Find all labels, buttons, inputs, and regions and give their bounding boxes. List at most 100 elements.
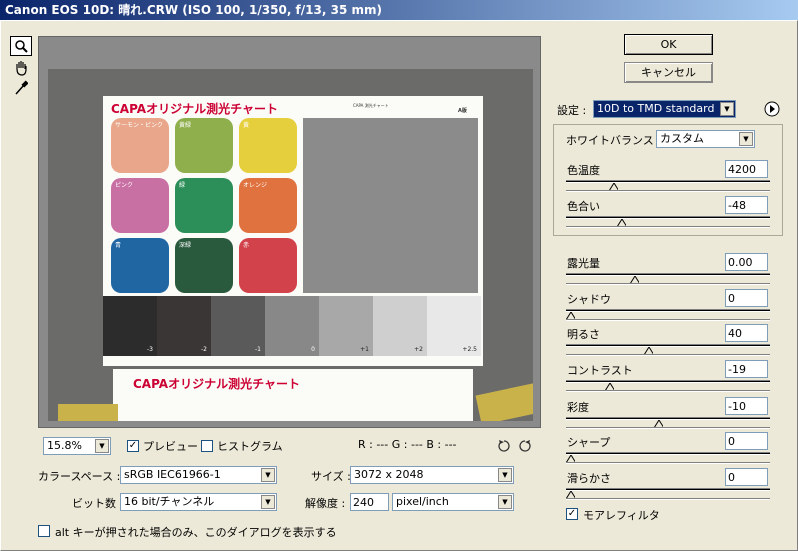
slider-thumb-icon[interactable] — [566, 312, 575, 319]
chart-title-bottom: CAPAオリジナル測光チャート — [133, 377, 300, 391]
brightness-input[interactable] — [725, 324, 768, 342]
white-balance-label: ホワイトバランス : — [566, 134, 661, 147]
preview-label: プレビュー — [143, 440, 198, 453]
color-temp-slider[interactable] — [566, 180, 770, 194]
zoom-value: 15.8% — [47, 439, 82, 452]
brightness-label: 明るさ — [567, 328, 600, 341]
color-patch: 黄 — [239, 118, 297, 173]
slider-thumb-icon[interactable] — [653, 420, 663, 427]
size-label: サイズ : — [311, 470, 351, 483]
gray-step-label: +1 — [360, 346, 369, 353]
color-temp-input[interactable] — [725, 160, 768, 178]
chart-bottom-strip: CAPAオリジナル測光チャート — [113, 369, 473, 421]
shadow-input[interactable] — [725, 289, 768, 307]
slider-thumb-icon[interactable] — [616, 219, 626, 226]
settings-select[interactable]: 10D to TMD standard ▼ — [593, 100, 736, 118]
tint-slider[interactable] — [566, 216, 770, 230]
slider-thumb-icon[interactable] — [644, 347, 653, 354]
gray-step: 0 — [265, 296, 319, 356]
slider-thumb-icon[interactable] — [566, 455, 575, 462]
exposure-slider[interactable] — [566, 273, 770, 287]
eyedropper-tool[interactable] — [10, 78, 32, 98]
gray-step-label: +2 — [414, 346, 423, 353]
smoothness-input[interactable] — [725, 468, 768, 486]
slider-thumb-icon[interactable] — [566, 491, 575, 498]
ok-button[interactable]: OK — [624, 34, 713, 55]
bitdepth-select[interactable]: 16 bit/チャンネル ▼ — [120, 493, 277, 511]
resolution-unit-value: pixel/inch — [396, 495, 449, 508]
yellow-strip-right — [475, 383, 533, 421]
resolution-input[interactable] — [350, 493, 389, 511]
saturation-input[interactable] — [725, 397, 768, 415]
moire-checkbox[interactable]: ✓ — [566, 508, 578, 520]
saturation-slider[interactable] — [566, 417, 770, 431]
sharpness-label: シャープ — [567, 436, 611, 449]
gray-step-label: -3 — [147, 346, 153, 353]
slider-thumb-icon[interactable] — [608, 183, 618, 190]
gray-step: +2 — [373, 296, 427, 356]
zoom-tool[interactable] — [10, 36, 32, 56]
color-patch-label: オレンジ — [243, 182, 268, 189]
slider-thumb-icon[interactable] — [630, 276, 640, 283]
color-patch: 深緑 — [175, 238, 233, 293]
size-select[interactable]: 3072 x 2048 ▼ — [350, 466, 514, 484]
rotate-right-icon[interactable] — [517, 438, 533, 454]
settings-value: 10D to TMD standard — [597, 102, 715, 115]
size-value: 3072 x 2048 — [354, 468, 424, 481]
slider-thumb-icon[interactable] — [605, 383, 614, 390]
color-patch: 黄緑 — [175, 118, 233, 173]
color-patch-label: 赤 — [243, 242, 250, 249]
colorspace-select[interactable]: sRGB IEC61966-1 ▼ — [120, 466, 277, 484]
photo: CAPAオリジナル測光チャート CAPA 測光チャート A版 サーモン・ピンク 黄… — [48, 69, 533, 421]
white-balance-value: カスタム — [660, 132, 704, 145]
chart-title: CAPAオリジナル測光チャート — [111, 102, 278, 116]
shadow-slider[interactable] — [566, 309, 770, 323]
tint-label: 色合い — [567, 200, 600, 213]
color-patch: 緑 — [175, 178, 233, 233]
gray-step: +1 — [319, 296, 373, 356]
histogram-checkbox[interactable] — [201, 440, 213, 452]
settings-label: 設定 : — [557, 104, 587, 117]
histogram-label: ヒストグラム — [217, 440, 283, 453]
alt-checkbox[interactable] — [38, 525, 50, 537]
contrast-input[interactable] — [725, 360, 768, 378]
settings-menu-icon[interactable] — [764, 101, 780, 117]
chevron-down-icon: ▼ — [498, 495, 512, 509]
color-patch-label: 黄緑 — [179, 122, 192, 129]
sharpness-input[interactable] — [725, 432, 768, 450]
yellow-strip-left — [58, 404, 118, 421]
brightness-slider[interactable] — [566, 344, 770, 358]
color-patch: 青 — [111, 238, 169, 293]
hand-icon — [16, 61, 27, 76]
window-title: Canon EOS 10D: 晴れ.CRW (ISO 100, 1/350, f… — [0, 0, 798, 20]
gray-step: -2 — [157, 296, 211, 356]
color-patch-label: ピンク — [115, 182, 134, 189]
tint-input[interactable] — [725, 196, 768, 214]
preview-checkbox[interactable]: ✓ — [127, 440, 139, 452]
image-preview[interactable]: CAPAオリジナル測光チャート CAPA 測光チャート A版 サーモン・ピンク 黄… — [38, 36, 541, 428]
alt-checkbox-label: alt キーが押された場合のみ、このダイアログを表示する — [55, 526, 337, 539]
color-patch-label: 黄 — [243, 122, 250, 129]
zoom-select[interactable]: 15.8% ▼ — [43, 437, 111, 455]
white-balance-select[interactable]: カスタム ▼ — [656, 130, 755, 148]
contrast-slider[interactable] — [566, 380, 770, 394]
color-patch: オレンジ — [239, 178, 297, 233]
exposure-input[interactable] — [725, 253, 768, 271]
test-chart: CAPAオリジナル測光チャート CAPA 測光チャート A版 サーモン・ピンク 黄… — [103, 96, 483, 366]
cancel-button[interactable]: キャンセル — [624, 62, 713, 83]
contrast-label: コントラスト — [567, 364, 633, 377]
resolution-unit-select[interactable]: pixel/inch ▼ — [392, 493, 514, 511]
bitdepth-value: 16 bit/チャンネル — [124, 495, 215, 508]
rotate-left-icon[interactable] — [496, 438, 512, 454]
gray-step: -1 — [211, 296, 265, 356]
hand-tool[interactable] — [10, 58, 32, 78]
color-patch-label: サーモン・ピンク — [115, 122, 164, 129]
resolution-label: 解像度 : — [305, 497, 346, 510]
chart-fine-print-mark: A版 — [458, 108, 467, 114]
gray-step-label: 0 — [311, 346, 315, 353]
sharpness-slider[interactable] — [566, 452, 770, 466]
smoothness-slider[interactable] — [566, 488, 770, 502]
rgb-readout: R : --- G : --- B : --- — [358, 438, 457, 451]
gray-step-label: -1 — [255, 346, 261, 353]
chevron-down-icon: ▼ — [261, 468, 275, 482]
